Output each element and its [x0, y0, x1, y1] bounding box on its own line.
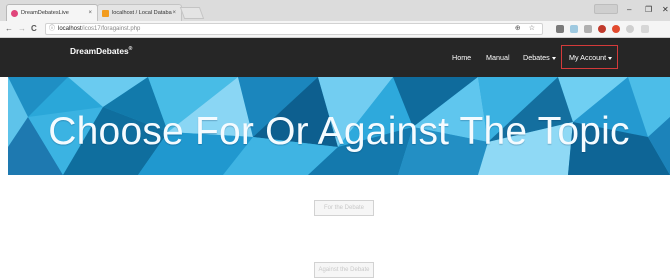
nav-debates-dropdown[interactable]: Debates: [523, 53, 556, 62]
tab-close-icon[interactable]: ×: [88, 10, 92, 16]
for-debate-button[interactable]: For the Debate: [314, 200, 374, 216]
tab-title: localhost / Local Databa: [112, 10, 172, 16]
url-host: localhost: [58, 26, 82, 32]
site-navbar: DreamDebates® Home Manual Debates My Acc…: [0, 38, 670, 77]
extension-icon[interactable]: [626, 25, 634, 33]
url-path: /icos17/foragainst.php: [81, 26, 141, 32]
nav-account-dropdown[interactable]: My Account: [569, 53, 613, 62]
menu-icon[interactable]: [641, 25, 649, 33]
extension-icon[interactable]: [556, 25, 564, 33]
against-debate-button[interactable]: Against the Debate: [314, 262, 374, 278]
nav-debates-label: Debates: [523, 53, 550, 62]
close-window-icon[interactable]: ✕: [662, 5, 669, 14]
site-brand[interactable]: DreamDebates®: [70, 46, 132, 56]
new-tab-button[interactable]: [179, 7, 205, 19]
chevron-down-icon: [608, 56, 613, 60]
info-icon[interactable]: ⓘ: [49, 24, 55, 34]
tab-title: DreamDebatesLive: [21, 10, 69, 16]
forward-icon[interactable]: →: [18, 24, 26, 33]
opera-icon[interactable]: [612, 25, 620, 33]
profile-button[interactable]: [594, 4, 618, 14]
reload-icon[interactable]: C: [31, 24, 37, 33]
browser-tab[interactable]: localhost / Local Databa ×: [97, 4, 182, 21]
hero-banner: Choose For Or Against The Topic: [8, 77, 670, 175]
maximize-icon[interactable]: ❐: [645, 5, 652, 14]
phpmyadmin-favicon-icon: [102, 9, 109, 17]
brand-name: DreamDebates: [70, 46, 129, 56]
brand-registered-mark: ®: [128, 46, 133, 53]
address-bar[interactable]: ⓘ localhost/icos17/foragainst.php ⊕ ☆: [45, 23, 543, 35]
back-icon[interactable]: ←: [5, 24, 13, 33]
browser-tab-active[interactable]: DreamDebatesLive ×: [6, 4, 98, 21]
browser-tab-strip: DreamDebatesLive × localhost / Local Dat…: [0, 0, 670, 21]
nav-home[interactable]: Home: [452, 53, 471, 62]
nav-manual[interactable]: Manual: [486, 53, 510, 62]
nav-account-label: My Account: [569, 53, 607, 62]
chevron-down-icon: [551, 56, 556, 60]
address-bar-icons[interactable]: ⊕ ☆: [515, 24, 538, 34]
minimize-icon[interactable]: –: [627, 5, 631, 14]
pocket-icon[interactable]: [598, 25, 606, 33]
extension-icon[interactable]: [570, 25, 578, 33]
site-favicon-icon: [11, 9, 18, 17]
tab-close-icon[interactable]: ×: [172, 10, 176, 16]
extension-icon[interactable]: [584, 25, 592, 33]
browser-toolbar: ← → C ⓘ localhost/icos17/foragainst.php …: [0, 21, 670, 38]
hero-title: Choose For Or Against The Topic: [48, 110, 630, 153]
